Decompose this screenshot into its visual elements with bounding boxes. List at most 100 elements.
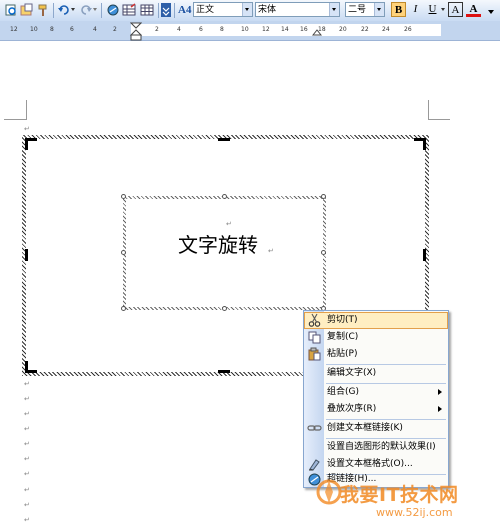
resize-handle[interactable]	[222, 306, 227, 311]
ruler-tick-label: 8	[50, 26, 54, 33]
resize-handle[interactable]	[321, 250, 326, 255]
toolbar-separator	[158, 3, 159, 18]
menu-item-paste[interactable]: 粘贴(P)	[304, 346, 448, 363]
research-icon[interactable]	[20, 3, 34, 17]
ruler-tick-label: 26	[404, 26, 412, 33]
format-textbox-icon	[309, 459, 320, 471]
menu-item-group[interactable]: 组合(G)	[304, 384, 448, 401]
bold-button[interactable]: B	[391, 2, 406, 17]
resize-handle[interactable]	[321, 194, 326, 199]
ruler-tick-label: 12	[262, 26, 270, 33]
menu-item-order[interactable]: 叠放次序(R)	[304, 401, 448, 418]
scissors-icon	[308, 313, 321, 327]
paragraph-mark: ↵	[24, 516, 30, 524]
font-size-value: 二号	[348, 5, 367, 15]
style-select[interactable]: 正文	[193, 2, 253, 17]
resize-handle[interactable]	[218, 370, 230, 373]
ruler-tick-label: 14	[281, 26, 289, 33]
tables-borders-icon[interactable]	[122, 3, 136, 17]
font-name-select[interactable]: 宋体	[255, 2, 340, 17]
insert-hyperlink-icon[interactable]	[106, 3, 120, 17]
ruler-tick-label: 16	[300, 26, 308, 33]
format-painter-icon[interactable]	[36, 3, 50, 17]
resize-handle[interactable]	[121, 306, 126, 311]
paragraph-mark: ↵	[24, 410, 30, 418]
watermark-text: 我要IT技术网	[340, 484, 459, 506]
ruler-tick-label: 6	[70, 26, 74, 33]
style-select-value: 正文	[196, 5, 215, 15]
resize-handle[interactable]	[423, 249, 426, 261]
toolbar-separator	[101, 3, 102, 18]
toolbar-options-icon[interactable]	[161, 3, 171, 17]
undo-icon[interactable]	[57, 3, 71, 17]
menu-item-set-autoshape-defaults[interactable]: 设置自选图形的默认效果(I)	[304, 439, 448, 456]
page-corner-mark	[428, 119, 450, 120]
resize-handle[interactable]	[218, 138, 230, 141]
print-preview-icon[interactable]	[4, 3, 18, 17]
insert-table-icon[interactable]	[140, 3, 154, 17]
ruler-tick-label: 22	[361, 26, 369, 33]
redo-dropdown-arrow[interactable]	[93, 8, 97, 11]
underline-button[interactable]: U	[425, 2, 440, 17]
styles-formatting-icon[interactable]: A4	[178, 3, 191, 17]
char-border-button[interactable]: A	[448, 2, 463, 17]
resize-handle[interactable]	[121, 250, 126, 255]
resize-handle[interactable]	[25, 361, 28, 373]
resize-handle[interactable]	[121, 194, 126, 199]
paragraph-mark: ↵	[24, 380, 30, 388]
paragraph-mark: ↵	[24, 125, 30, 133]
ruler-tick-label: 4	[177, 26, 181, 33]
submenu-arrow-icon	[438, 389, 442, 395]
ruler-tick-label: 10	[241, 26, 249, 33]
resize-handle[interactable]	[222, 194, 227, 199]
resize-handle[interactable]	[423, 138, 426, 150]
paragraph-mark: ↵	[24, 425, 30, 433]
page-corner-mark	[4, 119, 26, 120]
paragraph-mark: ↵	[24, 486, 30, 494]
copy-icon	[308, 331, 321, 344]
ruler-tick-label: 2	[155, 26, 159, 33]
ruler-tick-label: 12	[10, 26, 18, 33]
resize-handle[interactable]	[25, 138, 28, 150]
paragraph-mark: ↵	[268, 247, 274, 255]
italic-button[interactable]: I	[408, 2, 423, 17]
font-size-select[interactable]: 二号	[345, 2, 385, 17]
paragraph-mark: ↵	[24, 470, 30, 478]
chevron-down-icon[interactable]	[242, 3, 252, 16]
underline-dropdown-arrow[interactable]	[441, 8, 445, 11]
undo-dropdown-arrow[interactable]	[71, 8, 75, 11]
indent-marker-icon[interactable]	[130, 22, 142, 42]
resize-handle[interactable]	[25, 249, 28, 261]
chevron-down-icon[interactable]	[329, 3, 339, 16]
watermark-logo-icon	[316, 479, 342, 505]
font-name-value: 宋体	[258, 5, 277, 15]
link-chain-icon	[307, 425, 322, 431]
textbox-content-text[interactable]: 文字旋转	[178, 232, 258, 258]
chevron-down-icon[interactable]	[374, 3, 384, 16]
paragraph-mark: ↵	[24, 395, 30, 403]
page-corner-mark	[428, 100, 429, 120]
paragraph-mark: ↵	[24, 440, 30, 448]
ruler-tick-label: 8	[220, 26, 224, 33]
submenu-arrow-icon	[438, 406, 442, 412]
paragraph-mark: ↵	[24, 455, 30, 463]
right-indent-marker-icon[interactable]	[312, 28, 322, 36]
paragraph-mark: ↵	[24, 501, 30, 509]
ruler-tick-label: 10	[30, 26, 38, 33]
menu-item-edit-text[interactable]: 编辑文字(X)	[304, 365, 448, 382]
paragraph-mark: ↵	[226, 220, 232, 228]
menu-item-create-textbox-link[interactable]: 创建文本框链接(K)	[304, 420, 448, 437]
ruler-tick-label: 4	[93, 26, 97, 33]
ruler-tick-label: 24	[382, 26, 390, 33]
watermark-url: www.52ij.com	[376, 506, 453, 519]
font-color-button[interactable]: A	[466, 2, 481, 17]
formatting-toolbar: A4 正文 宋体 二号 B I U A A	[0, 0, 500, 22]
menu-item-cut[interactable]: 剪切(T)	[304, 312, 448, 329]
ruler-tick-label: 2	[113, 26, 117, 33]
toolbar-separator	[53, 3, 54, 18]
page-corner-mark	[20, 100, 27, 120]
redo-icon[interactable]	[79, 3, 93, 17]
toolbar-separator	[174, 3, 175, 18]
menu-item-copy[interactable]: 复制(C)	[304, 329, 448, 346]
more-buttons-icon[interactable]	[485, 3, 497, 17]
